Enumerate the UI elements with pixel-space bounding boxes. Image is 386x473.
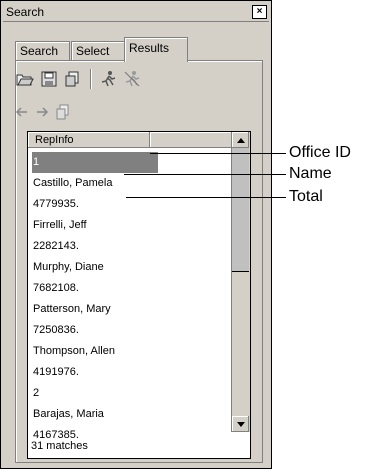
run-icon[interactable] (98, 69, 118, 89)
save-icon[interactable] (39, 69, 59, 89)
list-item[interactable]: Murphy, Diane (32, 257, 228, 278)
tab-select[interactable]: Select (71, 41, 127, 61)
tab-search[interactable]: Search (15, 41, 70, 61)
scroll-up-button[interactable] (232, 132, 249, 148)
vertical-scrollbar[interactable] (231, 132, 250, 432)
callout-line-office-id (150, 153, 286, 154)
copy-icon[interactable] (63, 69, 83, 89)
arrow-right-icon[interactable] (35, 106, 49, 121)
tab-results[interactable]: Results (124, 37, 188, 62)
scroll-down-button[interactable] (232, 416, 249, 432)
arrow-left-icon[interactable] (15, 106, 29, 121)
list-item-selected[interactable]: 1 (32, 152, 158, 173)
triangle-down-icon (236, 421, 245, 427)
callout-line-name (124, 174, 286, 175)
match-count: 31 matches (31, 440, 88, 452)
close-button[interactable]: × (252, 5, 267, 19)
triangle-up-icon (236, 137, 245, 143)
navigation-bar (15, 104, 71, 123)
toolbar-separator (90, 69, 91, 89)
column-header-empty[interactable] (150, 132, 232, 148)
list-item[interactable]: 7250836. (32, 320, 228, 341)
list-item[interactable]: 2282143. (32, 236, 228, 257)
callout-line-total (126, 197, 286, 198)
list-item[interactable]: 7682108. (32, 278, 228, 299)
window-title: Search (6, 5, 45, 19)
results-toolbar (15, 68, 142, 90)
search-panel: Search × Search Select Results RepInfo 1… (0, 0, 272, 469)
column-header-repinfo[interactable]: RepInfo (28, 132, 150, 148)
list-item[interactable]: Patterson, Mary (32, 299, 228, 320)
run-disabled-icon[interactable] (122, 69, 142, 89)
open-folder-icon[interactable] (15, 69, 35, 89)
list-item[interactable]: Firrelli, Jeff (32, 215, 228, 236)
list-item[interactable]: Castillo, Pamela (32, 173, 228, 194)
list-item[interactable]: Thompson, Allen (32, 341, 228, 362)
list-item[interactable]: 4191976. (32, 362, 228, 383)
title-bar: Search × (3, 3, 269, 22)
list-item[interactable]: 2 (32, 383, 228, 404)
callout-name: Name (289, 165, 332, 182)
callout-total: Total (289, 188, 323, 205)
results-list: RepInfo 1 Castillo, Pamela 4779935. Firr… (27, 131, 251, 459)
scroll-thumb[interactable] (232, 148, 249, 272)
list-item[interactable]: Barajas, Maria (32, 404, 228, 425)
callout-office-id: Office ID (289, 144, 351, 161)
page-copy-icon[interactable] (55, 104, 71, 123)
